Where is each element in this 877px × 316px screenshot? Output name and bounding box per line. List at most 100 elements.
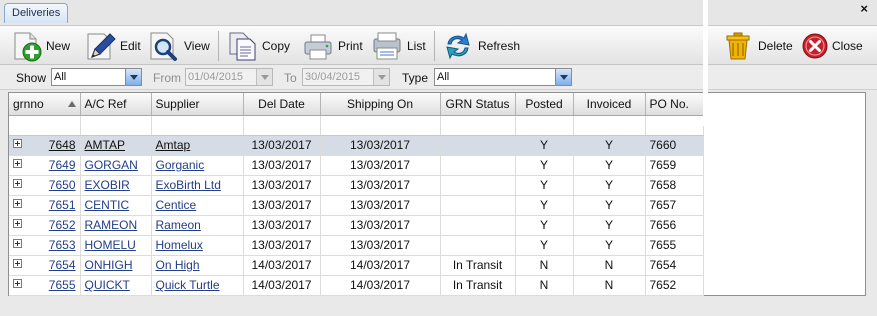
expand-row-icon[interactable] bbox=[13, 139, 22, 148]
ac-ref-link[interactable]: QUICKT bbox=[85, 278, 130, 292]
supplier-cell: ExoBirth Ltd bbox=[151, 175, 244, 196]
ac-ref-link[interactable]: RAMEON bbox=[85, 218, 138, 232]
supplier-link[interactable]: Homelux bbox=[156, 238, 203, 252]
tab-close-icon[interactable]: × bbox=[860, 2, 868, 16]
chevron-down-icon[interactable] bbox=[373, 69, 389, 85]
del-date-cell: 13/03/2017 bbox=[243, 195, 321, 216]
table-row[interactable]: 7648 AMTAP Amtap 13/03/2017 13/03/2017 Y Y 7660 bbox=[9, 135, 704, 156]
chevron-down-icon[interactable] bbox=[125, 69, 141, 85]
expand-row-icon[interactable] bbox=[13, 219, 22, 228]
supplier-link[interactable]: Rameon bbox=[156, 218, 201, 232]
column-header-shipping-on[interactable]: Shipping On bbox=[320, 93, 441, 116]
view-button[interactable]: View bbox=[148, 29, 210, 63]
table-row[interactable]: 7654 ONHIGH On High 14/03/2017 14/03/2017 In … bbox=[9, 255, 704, 276]
filter-cell-invoiced[interactable] bbox=[573, 115, 646, 136]
to-label: To bbox=[284, 71, 297, 85]
show-label: Show bbox=[16, 71, 47, 85]
po-no-cell: 7657 bbox=[645, 195, 704, 216]
ac-ref-link[interactable]: EXOBIR bbox=[85, 178, 130, 192]
filter-cell-posted[interactable] bbox=[515, 115, 574, 136]
grnno-cell: 7653 bbox=[9, 235, 81, 256]
grnno-link[interactable]: 7650 bbox=[49, 178, 76, 192]
supplier-link[interactable]: Quick Turtle bbox=[156, 278, 220, 292]
chevron-down-icon[interactable] bbox=[555, 69, 571, 85]
del-date-cell: 13/03/2017 bbox=[243, 235, 321, 256]
expand-row-icon[interactable] bbox=[13, 179, 22, 188]
deliveries-table: grnno A/C Ref Supplier Del Date Shipping… bbox=[9, 93, 704, 296]
grnno-link[interactable]: 7651 bbox=[49, 198, 76, 212]
supplier-link[interactable]: ExoBirth Ltd bbox=[156, 178, 221, 192]
sort-ascending-icon bbox=[67, 101, 76, 107]
filter-cell-shipping-on[interactable] bbox=[320, 115, 441, 136]
shipping-on-cell: 13/03/2017 bbox=[320, 215, 441, 236]
supplier-cell: Gorganic bbox=[151, 155, 244, 176]
edit-button[interactable]: Edit bbox=[84, 29, 141, 63]
tab-deliveries[interactable]: Deliveries bbox=[4, 3, 69, 23]
shipping-on-cell: 14/03/2017 bbox=[320, 275, 441, 296]
chevron-down-icon[interactable] bbox=[256, 69, 272, 85]
supplier-link[interactable]: On High bbox=[156, 258, 200, 272]
ac-ref-link[interactable]: ONHIGH bbox=[85, 258, 133, 272]
refresh-button[interactable]: Refresh bbox=[442, 29, 520, 63]
copy-button[interactable]: Copy bbox=[226, 29, 290, 63]
filter-row bbox=[9, 115, 704, 136]
filter-cell-po-no[interactable] bbox=[645, 115, 704, 136]
table-row[interactable]: 7650 EXOBIR ExoBirth Ltd 13/03/2017 13/03/20… bbox=[9, 175, 704, 196]
expand-row-icon[interactable] bbox=[13, 159, 22, 168]
ac-ref-link[interactable]: HOMELU bbox=[85, 238, 136, 252]
grnno-link[interactable]: 7653 bbox=[49, 238, 76, 252]
filter-cell-del-date[interactable] bbox=[243, 115, 321, 136]
delete-button[interactable]: Delete bbox=[722, 29, 793, 63]
column-header-grn-status[interactable]: GRN Status bbox=[440, 93, 516, 116]
show-combo[interactable]: All bbox=[51, 68, 142, 86]
to-date-picker[interactable]: 30/04/2015 bbox=[302, 68, 390, 86]
table-row[interactable]: 7651 CENTIC Centice 13/03/2017 13/03/2017 Y Y 7… bbox=[9, 195, 704, 216]
new-button[interactable]: New bbox=[10, 29, 70, 63]
column-header-posted[interactable]: Posted bbox=[515, 93, 574, 116]
table-row[interactable]: 7653 HOMELU Homelux 13/03/2017 13/03/2017 Y Y 7… bbox=[9, 235, 704, 256]
filter-cell-ac-ref[interactable] bbox=[80, 115, 152, 136]
shipping-on-cell: 13/03/2017 bbox=[320, 235, 441, 256]
column-header-supplier[interactable]: Supplier bbox=[151, 93, 244, 116]
column-header-grnno[interactable]: grnno bbox=[9, 93, 81, 116]
type-combo[interactable]: All bbox=[434, 68, 572, 86]
column-header-invoiced[interactable]: Invoiced bbox=[573, 93, 646, 116]
column-header-po-no[interactable]: PO No. bbox=[645, 93, 704, 116]
column-header-del-date[interactable]: Del Date bbox=[243, 93, 321, 116]
supplier-link[interactable]: Gorganic bbox=[156, 158, 205, 172]
filter-cell-grnno[interactable] bbox=[9, 115, 81, 136]
ac-ref-cell: CENTIC bbox=[80, 195, 152, 216]
invoiced-cell: Y bbox=[573, 215, 646, 236]
from-date-picker[interactable]: 01/04/2015 bbox=[185, 68, 273, 86]
expand-row-icon[interactable] bbox=[13, 239, 22, 248]
invoiced-cell: N bbox=[573, 275, 646, 296]
grnno-link[interactable]: 7649 bbox=[49, 158, 76, 172]
list-button-label: List bbox=[407, 39, 426, 53]
header-row: grnno A/C Ref Supplier Del Date Shipping… bbox=[9, 93, 704, 116]
po-no-cell: 7654 bbox=[645, 255, 704, 276]
filter-cell-grn-status[interactable] bbox=[440, 115, 516, 136]
list-button[interactable]: List bbox=[371, 29, 426, 63]
grnno-link[interactable]: 7655 bbox=[49, 278, 76, 292]
supplier-link[interactable]: Amtap bbox=[156, 138, 191, 152]
ac-ref-link[interactable]: AMTAP bbox=[85, 138, 125, 152]
supplier-cell: Rameon bbox=[151, 215, 244, 236]
expand-row-icon[interactable] bbox=[13, 279, 22, 288]
ac-ref-link[interactable]: CENTIC bbox=[85, 198, 130, 212]
filter-cell-supplier[interactable] bbox=[151, 115, 244, 136]
grnno-link[interactable]: 7652 bbox=[49, 218, 76, 232]
grnno-link[interactable]: 7654 bbox=[49, 258, 76, 272]
ac-ref-link[interactable]: GORGAN bbox=[85, 158, 138, 172]
print-button[interactable]: Print bbox=[302, 29, 363, 63]
supplier-link[interactable]: Centice bbox=[156, 198, 197, 212]
grnno-link[interactable]: 7648 bbox=[49, 138, 76, 152]
expand-row-icon[interactable] bbox=[13, 259, 22, 268]
shipping-on-cell: 13/03/2017 bbox=[320, 155, 441, 176]
close-button[interactable]: Close bbox=[802, 29, 863, 63]
expand-row-icon[interactable] bbox=[13, 199, 22, 208]
column-header-ac-ref[interactable]: A/C Ref bbox=[80, 93, 152, 116]
table-row[interactable]: 7649 GORGAN Gorganic 13/03/2017 13/03/2017 Y Y… bbox=[9, 155, 704, 176]
table-row[interactable]: 7655 QUICKT Quick Turtle 14/03/2017 14/03/20… bbox=[9, 275, 704, 296]
grnno-cell: 7648 bbox=[9, 135, 81, 156]
table-row[interactable]: 7652 RAMEON Rameon 13/03/2017 13/03/2017 Y Y 76… bbox=[9, 215, 704, 236]
